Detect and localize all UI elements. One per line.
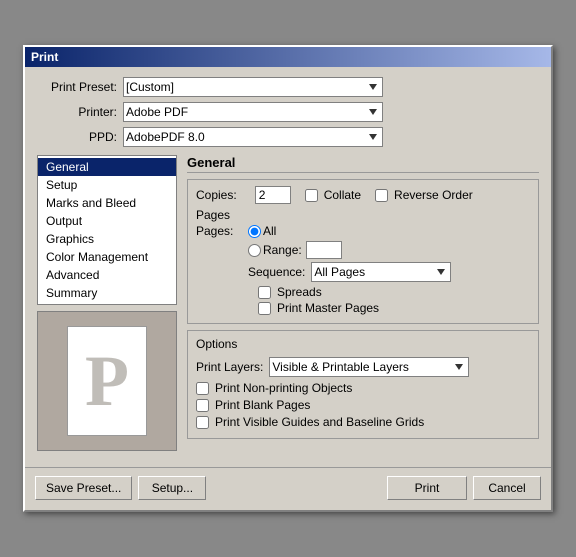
nav-item-marks-bleed[interactable]: Marks and Bleed <box>38 194 176 212</box>
nav-item-general[interactable]: General <box>38 158 176 176</box>
pages-label: Pages: <box>196 224 248 238</box>
left-panel: General Setup Marks and Bleed Output Gra… <box>37 155 177 451</box>
range-input[interactable] <box>306 241 342 259</box>
spreads-label: Spreads <box>277 285 322 299</box>
print-non-printing-label: Print Non-printing Objects <box>215 381 352 395</box>
copies-group: Copies: Collate Reverse Order P <box>187 179 539 324</box>
print-guides-row: Print Visible Guides and Baseline Grids <box>196 415 530 429</box>
print-blank-row: Print Blank Pages <box>196 398 530 412</box>
preview-letter: P <box>85 345 129 417</box>
nav-item-graphics[interactable]: Graphics <box>38 230 176 248</box>
ppd-row: PPD: AdobePDF 8.0 <box>37 127 539 147</box>
print-dialog: Print Print Preset: [Custom] Printer: Ad… <box>23 45 553 512</box>
save-preset-button[interactable]: Save Preset... <box>35 476 132 500</box>
title-bar: Print <box>25 47 551 67</box>
print-master-label: Print Master Pages <box>277 301 379 315</box>
print-master-checkbox[interactable] <box>258 302 271 315</box>
dialog-footer: Save Preset... Setup... Print Cancel <box>25 467 551 510</box>
pages-section: Pages Pages: All Range: <box>196 208 530 315</box>
cancel-button[interactable]: Cancel <box>473 476 541 500</box>
all-radio[interactable] <box>248 225 261 238</box>
range-label: Range: <box>263 243 302 257</box>
range-radio[interactable] <box>248 244 261 257</box>
print-preset-row: Print Preset: [Custom] <box>37 77 539 97</box>
nav-item-setup[interactable]: Setup <box>38 176 176 194</box>
preview-box: P <box>37 311 177 451</box>
print-preset-label: Print Preset: <box>37 80 117 94</box>
reverse-order-checkbox[interactable] <box>375 189 388 202</box>
spreads-rows: Spreads Print Master Pages <box>258 285 530 315</box>
options-title: Options <box>196 337 530 351</box>
nav-item-color-management[interactable]: Color Management <box>38 248 176 266</box>
print-layers-dropdown[interactable]: Visible & Printable Layers Visible Layer… <box>269 357 469 377</box>
reverse-order-label: Reverse Order <box>394 188 473 202</box>
print-preset-dropdown[interactable]: [Custom] <box>123 77 383 97</box>
nav-list: General Setup Marks and Bleed Output Gra… <box>37 155 177 305</box>
printer-dropdown[interactable]: Adobe PDF <box>123 102 383 122</box>
footer-left: Save Preset... Setup... <box>35 476 206 500</box>
all-label: All <box>263 224 276 238</box>
collate-checkbox[interactable] <box>305 189 318 202</box>
options-section: Options Print Layers: Visible & Printabl… <box>187 330 539 439</box>
footer-right: Print Cancel <box>387 476 541 500</box>
setup-button[interactable]: Setup... <box>138 476 206 500</box>
copies-label: Copies: <box>196 188 237 202</box>
copies-row: Copies: Collate Reverse Order <box>196 186 530 204</box>
sequence-row: Sequence: All Pages Even Pages Odd Pages <box>248 262 530 282</box>
print-guides-checkbox[interactable] <box>196 416 209 429</box>
sequence-dropdown[interactable]: All Pages Even Pages Odd Pages <box>311 262 451 282</box>
reverse-order-row: Reverse Order <box>375 188 473 202</box>
print-non-printing-row: Print Non-printing Objects <box>196 381 530 395</box>
collate-label: Collate <box>324 188 361 202</box>
ppd-label: PPD: <box>37 130 117 144</box>
print-layers-label: Print Layers: <box>196 360 263 374</box>
collate-row: Collate <box>305 188 361 202</box>
dialog-title: Print <box>31 50 58 64</box>
right-panel: General Copies: Collate Reverse Order <box>187 155 539 451</box>
print-blank-checkbox[interactable] <box>196 399 209 412</box>
copies-input[interactable] <box>255 186 291 204</box>
print-non-printing-checkbox[interactable] <box>196 382 209 395</box>
nav-item-summary[interactable]: Summary <box>38 284 176 302</box>
pages-group-label: Pages <box>196 208 530 222</box>
nav-item-output[interactable]: Output <box>38 212 176 230</box>
printer-label: Printer: <box>37 105 117 119</box>
print-master-row: Print Master Pages <box>258 301 530 315</box>
printer-row: Printer: Adobe PDF <box>37 102 539 122</box>
spreads-row: Spreads <box>258 285 530 299</box>
option-checkboxes: Print Non-printing Objects Print Blank P… <box>196 381 530 429</box>
print-button[interactable]: Print <box>387 476 467 500</box>
all-pages-row: Pages: All <box>196 224 530 238</box>
nav-item-advanced[interactable]: Advanced <box>38 266 176 284</box>
preview-inner: P <box>67 326 147 436</box>
spreads-checkbox[interactable] <box>258 286 271 299</box>
general-section-title: General <box>187 155 539 173</box>
sequence-label: Sequence: <box>248 265 305 279</box>
print-guides-label: Print Visible Guides and Baseline Grids <box>215 415 424 429</box>
print-blank-label: Print Blank Pages <box>215 398 310 412</box>
ppd-dropdown[interactable]: AdobePDF 8.0 <box>123 127 383 147</box>
range-row: Range: <box>196 241 530 259</box>
print-layers-row: Print Layers: Visible & Printable Layers… <box>196 357 530 377</box>
